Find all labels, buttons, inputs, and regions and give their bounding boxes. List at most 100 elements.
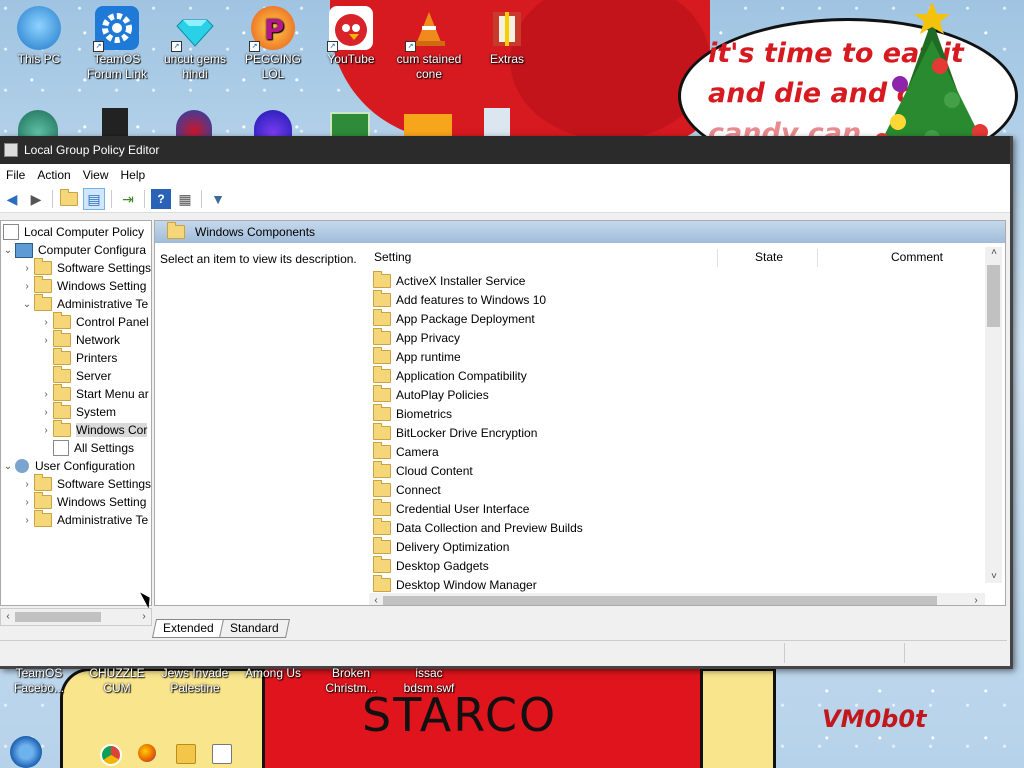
settings-row[interactable]: ActiveX Installer Service (371, 270, 525, 290)
list-vertical-scrollbar[interactable]: ˄ ˅ (985, 247, 1002, 583)
settings-row[interactable]: Application Compatibility (371, 365, 527, 385)
scroll-up-arrow-icon[interactable]: ˄ (987, 245, 1001, 261)
file-explorer-icon[interactable] (176, 744, 196, 764)
tree-root[interactable]: Local Computer Policy (3, 223, 144, 241)
tree-network[interactable]: › Network (39, 330, 120, 349)
scrollbar-thumb[interactable] (383, 596, 937, 605)
desktop-icon-extras[interactable]: Extras (468, 0, 546, 67)
notepad-icon[interactable] (212, 744, 232, 764)
scrollbar-thumb[interactable] (987, 265, 1000, 327)
desktop-icon-partial-6[interactable] (404, 114, 452, 136)
tree-control-panel[interactable]: › Control Panel (39, 312, 149, 331)
tree-uc-admin[interactable]: › Administrative Te (20, 510, 148, 529)
start-orb-icon[interactable] (10, 736, 42, 768)
desktop-icon-pegging[interactable]: P ↗ PEGGING LOL (234, 0, 312, 82)
menu-file[interactable]: File (0, 168, 31, 182)
settings-row[interactable]: App Package Deployment (371, 308, 535, 328)
tab-extended[interactable]: Extended (151, 619, 225, 638)
tree-server[interactable]: Server (39, 366, 111, 385)
desktop-icon-chuzzle[interactable]: CHUZZLE CUM (78, 666, 156, 696)
desktop-icon-youtube[interactable]: ↗ YouTube (312, 0, 390, 67)
desktop-icon-partial-7[interactable] (484, 108, 510, 136)
collapse-arrow-icon[interactable]: ⌄ (1, 245, 15, 256)
column-separator[interactable] (717, 249, 718, 267)
scroll-right-arrow-icon[interactable]: › (969, 593, 983, 605)
tree-all-settings[interactable]: All Settings (39, 439, 134, 457)
column-separator[interactable] (817, 249, 818, 267)
settings-row[interactable]: Delivery Optimization (371, 536, 509, 556)
expand-arrow-icon[interactable]: › (20, 263, 34, 274)
scroll-down-arrow-icon[interactable]: ˅ (987, 569, 1001, 585)
tree-horizontal-scrollbar[interactable]: ‹ › (0, 608, 152, 626)
tree-computer-config[interactable]: ⌄ Computer Configura (1, 241, 146, 259)
settings-row[interactable]: Add features to Windows 10 (371, 289, 546, 309)
column-header-comment[interactable]: Comment (891, 247, 943, 267)
export-list-icon[interactable]: ⇥ (118, 189, 138, 209)
chrome-icon[interactable] (100, 744, 122, 766)
tree-cc-windows[interactable]: › Windows Setting (20, 276, 146, 295)
tree-windows-components[interactable]: › Windows Cor (39, 420, 148, 439)
settings-row[interactable]: Desktop Window Manager (371, 574, 537, 594)
expand-arrow-icon[interactable]: › (39, 335, 53, 346)
up-folder-icon[interactable] (59, 189, 79, 209)
expand-arrow-icon[interactable]: › (20, 479, 34, 490)
settings-row[interactable]: Data Collection and Preview Builds (371, 517, 583, 537)
settings-row[interactable]: AutoPlay Policies (371, 384, 489, 404)
tree-uc-windows[interactable]: › Windows Setting (20, 492, 146, 511)
forward-arrow-icon[interactable]: ▶ (26, 189, 46, 209)
list-horizontal-scrollbar[interactable]: ‹ › (369, 593, 985, 605)
settings-row[interactable]: BitLocker Drive Encryption (371, 422, 537, 442)
expand-arrow-icon[interactable]: › (39, 317, 53, 328)
back-arrow-icon[interactable]: ◀ (2, 189, 22, 209)
desktop-icon-teamos-forum[interactable]: ↗ TeamOS Forum Link (78, 0, 156, 82)
scroll-left-arrow-icon[interactable]: ‹ (1, 609, 15, 625)
desktop-icon-broken-christmas[interactable]: Broken Christm... (312, 666, 390, 696)
settings-row[interactable]: Camera (371, 441, 439, 461)
tree-uc-software[interactable]: › Software Settings (20, 474, 151, 493)
expand-arrow-icon[interactable]: › (39, 425, 53, 436)
tree-cc-admin[interactable]: ⌄ Administrative Te (20, 294, 148, 313)
desktop-icon-partial-2[interactable] (102, 108, 128, 136)
help-icon[interactable]: ? (151, 189, 171, 209)
column-header-setting[interactable]: Setting (374, 247, 411, 267)
show-hide-tree-icon[interactable]: ▤ (83, 188, 105, 210)
desktop-icon-cone[interactable]: ↗ cum stained cone (390, 0, 468, 82)
settings-row[interactable]: Cloud Content (371, 460, 473, 480)
scroll-right-arrow-icon[interactable]: › (137, 609, 151, 625)
filter-icon[interactable]: ▼ (208, 189, 228, 209)
desktop-icon-jews-invade[interactable]: Jews Invade Palestine (156, 666, 234, 696)
menu-help[interactable]: Help (115, 168, 152, 182)
desktop-icon-teamos-facebook[interactable]: TeamOS Facebo... (0, 666, 78, 696)
desktop-icon-issac[interactable]: issac bdsm.swf (390, 666, 468, 696)
window-titlebar[interactable]: Local Group Policy Editor (0, 136, 1010, 164)
tree-start-menu[interactable]: › Start Menu ar (39, 384, 149, 403)
expand-arrow-icon[interactable]: › (39, 389, 53, 400)
expand-arrow-icon[interactable]: › (20, 281, 34, 292)
column-header-state[interactable]: State (755, 247, 783, 267)
menu-action[interactable]: Action (31, 168, 76, 182)
tab-standard[interactable]: Standard (218, 619, 290, 638)
scrollbar-thumb[interactable] (15, 612, 101, 622)
settings-row[interactable]: Credential User Interface (371, 498, 529, 518)
desktop-icon-uncut-gems[interactable]: ↗ uncut gems hindi (156, 0, 234, 82)
expand-arrow-icon[interactable]: › (20, 497, 34, 508)
tree-printers[interactable]: Printers (39, 348, 117, 367)
collapse-arrow-icon[interactable]: ⌄ (20, 299, 34, 310)
settings-row[interactable]: Desktop Gadgets (371, 555, 489, 575)
firefox-icon[interactable] (138, 744, 156, 762)
menu-view[interactable]: View (77, 168, 115, 182)
desktop-icon-this-pc[interactable]: This PC (0, 0, 78, 67)
collapse-arrow-icon[interactable]: ⌄ (1, 461, 15, 472)
settings-row[interactable]: Biometrics (371, 403, 452, 423)
properties-icon[interactable]: ▦ (175, 189, 195, 209)
settings-row[interactable]: Connect (371, 479, 441, 499)
expand-arrow-icon[interactable]: › (39, 407, 53, 418)
tree-cc-software[interactable]: › Software Settings (20, 258, 151, 277)
expand-arrow-icon[interactable]: › (20, 515, 34, 526)
settings-row[interactable]: App runtime (371, 346, 461, 366)
settings-row[interactable]: App Privacy (371, 327, 460, 347)
scroll-left-arrow-icon[interactable]: ‹ (369, 593, 383, 605)
tree-system[interactable]: › System (39, 402, 116, 421)
desktop-icon-among-us[interactable]: Among Us (234, 666, 312, 681)
tree-user-config[interactable]: ⌄ User Configuration (1, 457, 135, 475)
